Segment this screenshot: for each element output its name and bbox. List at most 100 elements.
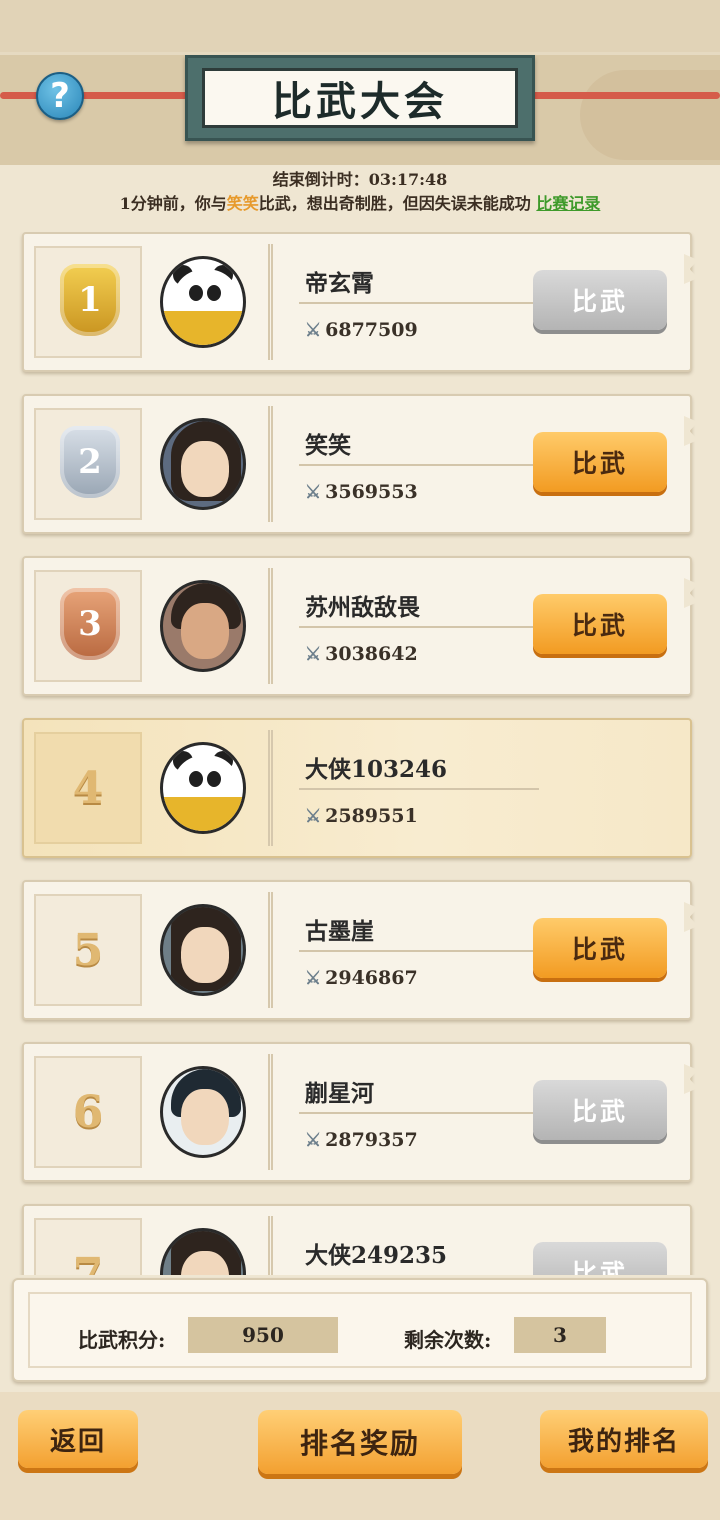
rope-right [520, 92, 720, 99]
points-value: 950 [188, 1317, 338, 1353]
player-info: 笑笑 ⚔ 3569553 比武 [268, 406, 678, 522]
player-info: 苏州敌敌畏 ⚔ 3038642 比武 [268, 568, 678, 684]
page-title: 比武大会 [272, 78, 448, 125]
rank-number: 4 [72, 762, 104, 814]
back-button[interactable]: 返回 [18, 1410, 138, 1468]
cloud-decoration [580, 70, 720, 160]
stats-panel: 比武积分: 950 剩余次数: 3 [12, 1278, 708, 1382]
player-info: 蒯星河 ⚔ 2879357 比武 [268, 1054, 678, 1170]
avatar[interactable] [160, 1066, 246, 1158]
panda-eye-left [189, 771, 203, 787]
crossed-swords-icon: ⚔ [305, 967, 322, 989]
panda-eye-right [207, 285, 221, 301]
paper-notch [684, 578, 698, 608]
crossed-swords-icon: ⚔ [305, 805, 322, 827]
ranking-row: 2 笑笑 ⚔ 3569553 比武 [22, 394, 698, 534]
panda-eye-left [189, 285, 203, 301]
bronze-medal-icon: 3 [60, 588, 120, 660]
divider [299, 626, 539, 628]
player-name: 古墨崖 [305, 918, 374, 945]
rank-box: 6 [34, 1056, 142, 1168]
challenge-button[interactable]: 比武 [533, 918, 667, 978]
match-record-link[interactable]: 比赛记录 [536, 194, 600, 213]
avatar[interactable] [160, 742, 246, 834]
scarf [163, 311, 243, 345]
avatar[interactable] [160, 256, 246, 348]
points-label: 比武积分: [78, 1328, 166, 1352]
rank-number: 7 [72, 1248, 104, 1276]
ranking-row: 5 古墨崖 ⚔ 2946867 比武 [22, 880, 698, 1020]
combat-power: ⚔ 2879357 [305, 1129, 418, 1151]
power-value: 2946867 [325, 967, 418, 989]
rope-left [0, 92, 200, 99]
help-button[interactable]: ? [36, 72, 84, 120]
avatar[interactable] [160, 904, 246, 996]
avatar[interactable] [160, 580, 246, 672]
face [181, 603, 229, 659]
power-value: 6877509 [325, 319, 418, 341]
rank-box: 5 [34, 894, 142, 1006]
player-name: 帝玄霄 [305, 270, 374, 297]
gold-medal-icon: 1 [60, 264, 120, 336]
panda-eye-right [207, 771, 221, 787]
combat-power: ⚔ 2589551 [305, 805, 418, 827]
face [181, 927, 229, 983]
combat-power: ⚔ 6877509 [305, 319, 418, 341]
player-name: 苏州敌敌畏 [305, 594, 420, 621]
challenge-button[interactable]: 比武 [533, 1080, 667, 1140]
rank-number: 2 [78, 442, 102, 482]
player-info: 大侠103246 ⚔ 2589551 [268, 730, 678, 846]
ranking-row: 6 蒯星河 ⚔ 2879357 比武 [22, 1042, 698, 1182]
power-value: 3569553 [325, 481, 418, 503]
countdown-label: 结束倒计时： [272, 170, 369, 189]
notice-opponent: 笑笑 [226, 194, 259, 213]
combat-power: ⚔ 2946867 [305, 967, 418, 989]
power-value: 3038642 [325, 643, 418, 665]
rank-box: 1 [34, 246, 142, 358]
ranking-row-self: 4 大侠103246 ⚔ 2589551 [22, 718, 692, 858]
combat-power: ⚔ 3038642 [305, 643, 418, 665]
ranking-list[interactable]: 1 帝玄霄 ⚔ 6877509 比武 2 笑笑 ⚔ 3569553 比武 3 苏… [0, 232, 720, 1275]
ranking-row: 7 大侠249235 比武 [22, 1204, 692, 1275]
divider [299, 1112, 539, 1114]
title-frame: 比武大会 [202, 68, 518, 128]
crossed-swords-icon: ⚔ [305, 481, 322, 503]
avatar[interactable] [160, 1228, 246, 1275]
rank-number: 5 [72, 924, 104, 976]
rank-box: 4 [34, 732, 142, 844]
ranking-rewards-button[interactable]: 排名奖励 [258, 1410, 462, 1474]
player-info: 古墨崖 ⚔ 2946867 比武 [268, 892, 678, 1008]
crossed-swords-icon: ⚔ [305, 643, 322, 665]
player-info: 帝玄霄 ⚔ 6877509 比武 [268, 244, 678, 360]
face [181, 1089, 229, 1145]
face [181, 441, 229, 497]
crossed-swords-icon: ⚔ [305, 319, 322, 341]
avatar[interactable] [160, 418, 246, 510]
challenge-button[interactable]: 比武 [533, 594, 667, 654]
challenge-button[interactable]: 比武 [533, 432, 667, 492]
rank-box: 2 [34, 408, 142, 520]
remaining-label: 剩余次数: [404, 1328, 492, 1352]
player-info: 大侠249235 比武 [268, 1216, 678, 1275]
rank-number: 6 [72, 1086, 104, 1138]
paper-notch [684, 416, 698, 446]
player-name: 蒯星河 [305, 1080, 374, 1107]
scarf [163, 797, 243, 831]
remaining-value: 3 [514, 1317, 606, 1353]
my-rank-button[interactable]: 我的排名 [540, 1410, 708, 1468]
combat-power: ⚔ 3569553 [305, 481, 418, 503]
paper-notch [684, 254, 698, 284]
challenge-button[interactable]: 比武 [533, 270, 667, 330]
crossed-swords-icon: ⚔ [305, 1129, 322, 1151]
battle-notice: 1分钟前，你与笑笑比武，想出奇制胜，但因失误未能成功 比赛记录 [0, 190, 720, 214]
challenge-button[interactable]: 比武 [533, 1242, 667, 1275]
paper-notch [684, 1064, 698, 1094]
ranking-row: 3 苏州敌敌畏 ⚔ 3038642 比武 [22, 556, 698, 696]
header-fold [0, 0, 720, 52]
ranking-row: 1 帝玄霄 ⚔ 6877509 比武 [22, 232, 698, 372]
divider [299, 302, 539, 304]
player-name: 大侠249235 [305, 1242, 448, 1269]
stats-frame: 比武积分: 950 剩余次数: 3 [28, 1292, 692, 1368]
paper-notch [684, 902, 698, 932]
power-value: 2879357 [325, 1129, 418, 1151]
